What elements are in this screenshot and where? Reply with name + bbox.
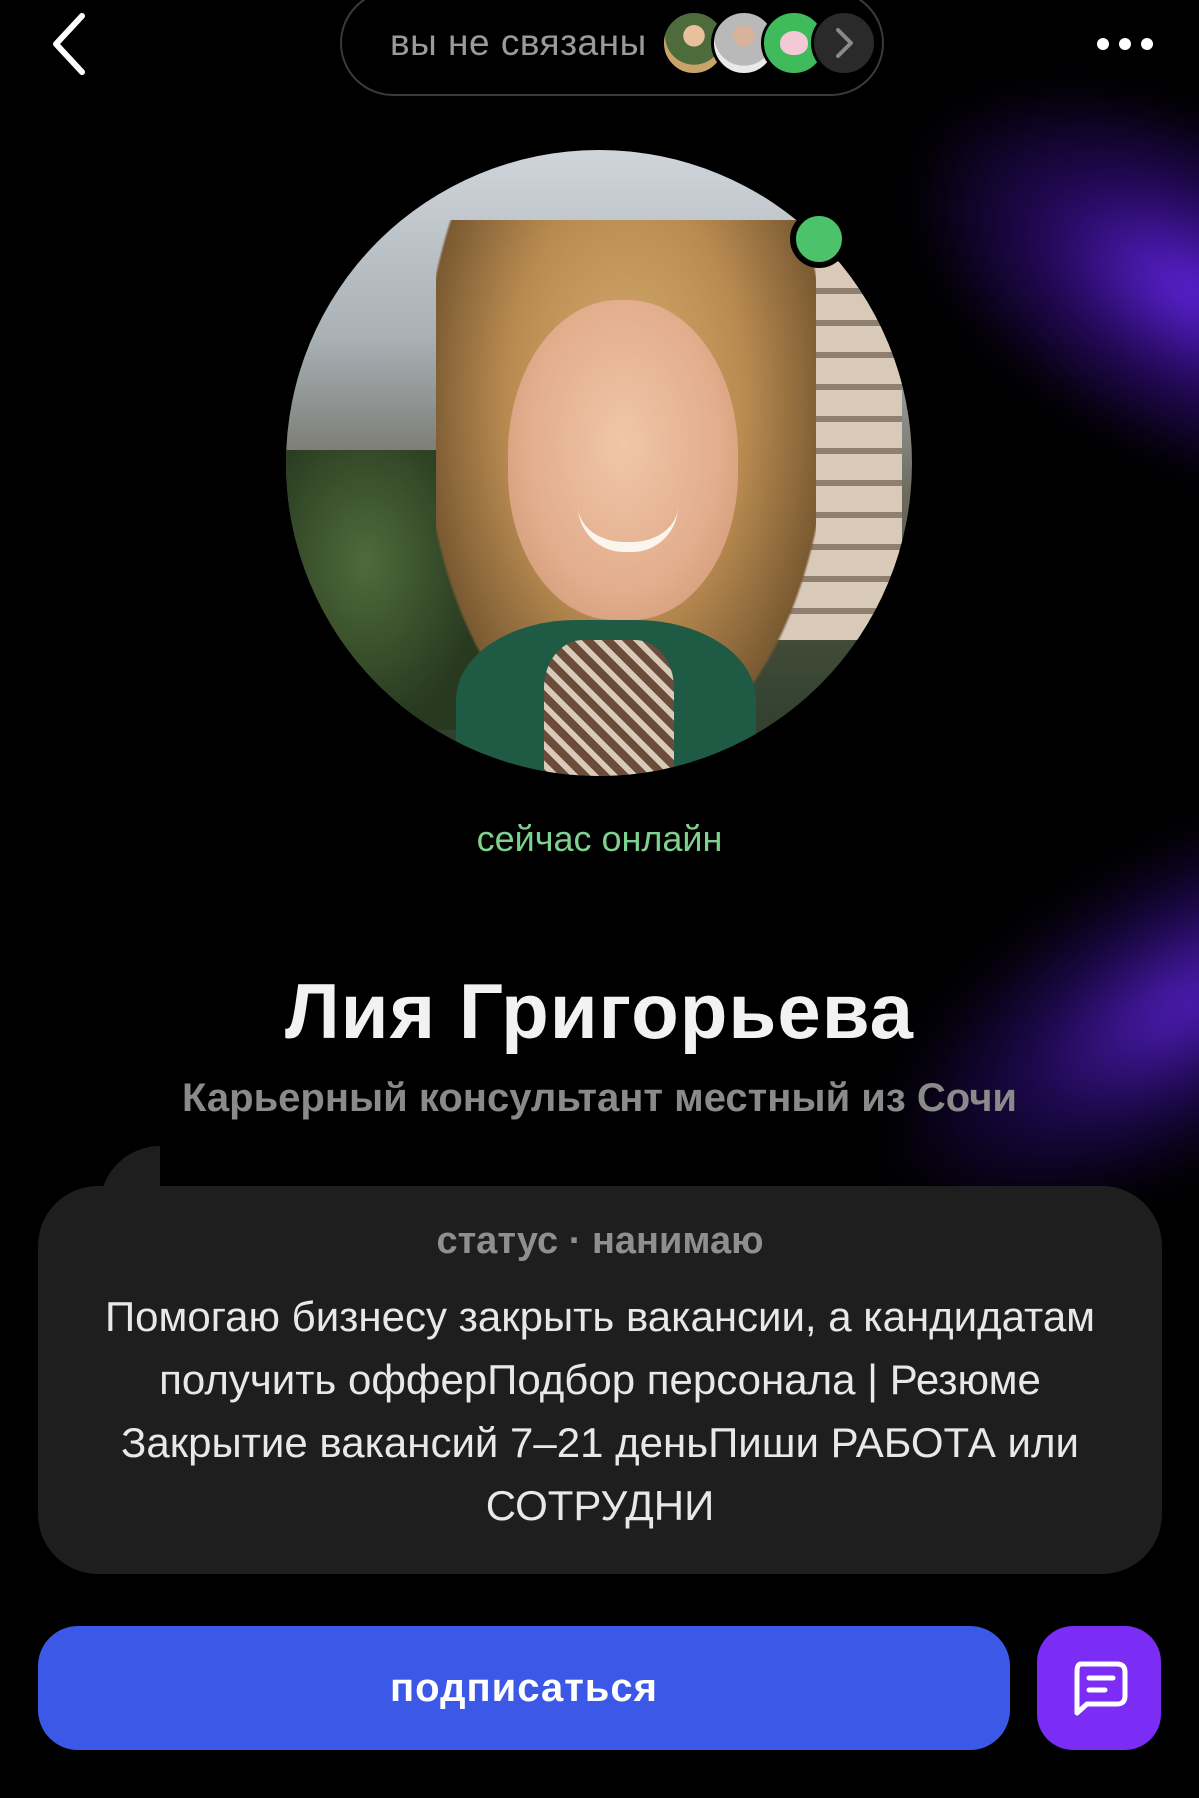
profile-avatar[interactable] xyxy=(286,150,912,776)
chevron-right-icon xyxy=(810,10,877,76)
back-button[interactable] xyxy=(40,12,100,76)
mutual-avatars xyxy=(660,10,877,76)
chat-icon xyxy=(1074,1661,1128,1716)
status-text: Помогаю бизнесу закрыть вакансии, а канд… xyxy=(104,1293,1096,1529)
status-card: статус · нанимаю Помогаю бизнесу закрыть… xyxy=(38,1186,1162,1574)
connections-pill[interactable]: вы не связаны xyxy=(340,0,884,96)
profile-name: Лия Григорьева xyxy=(284,967,915,1055)
profile-subtitle: Карьерный консультант местный из Сочи xyxy=(182,1076,1017,1120)
more-horizontal-icon xyxy=(1097,38,1109,50)
status-label: статус · нанимаю xyxy=(436,1220,764,1262)
subscribe-button[interactable]: подписаться xyxy=(38,1626,1010,1750)
more-options-button[interactable] xyxy=(1085,20,1165,68)
online-status: сейчас онлайн xyxy=(476,818,723,859)
online-indicator xyxy=(790,210,848,268)
connections-label: вы не связаны xyxy=(390,22,647,63)
chevron-left-icon xyxy=(53,13,85,75)
message-button[interactable] xyxy=(1037,1626,1161,1750)
